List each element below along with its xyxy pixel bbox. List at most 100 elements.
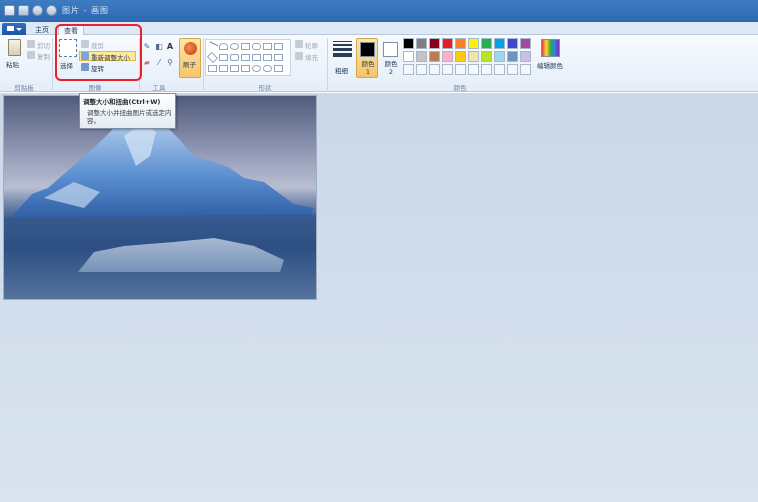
paste-icon[interactable] xyxy=(8,39,21,56)
text-icon[interactable]: A xyxy=(166,43,174,51)
oval-shape-icon[interactable] xyxy=(230,43,239,50)
outline-button[interactable]: 轮廓 xyxy=(305,40,318,50)
palette-empty-slot[interactable] xyxy=(416,64,427,75)
color2-button[interactable]: 颜色 2 xyxy=(379,38,401,78)
color-picker-icon[interactable]: ⁄ xyxy=(155,59,163,67)
palette-swatch[interactable] xyxy=(416,38,427,49)
palette-swatch[interactable] xyxy=(494,38,505,49)
line-shape-icon[interactable] xyxy=(206,41,219,52)
save-icon[interactable] xyxy=(18,5,29,16)
paint-menu-button[interactable] xyxy=(2,23,26,35)
palette-swatch[interactable] xyxy=(403,51,414,62)
color1-label: 颜色 1 xyxy=(361,60,375,76)
star-shape-icon[interactable] xyxy=(208,65,217,72)
color2-swatch xyxy=(383,42,398,57)
diamond-shape-icon[interactable] xyxy=(206,51,219,64)
pentagon-shape-icon[interactable] xyxy=(219,54,228,61)
fill-icon[interactable]: ◧ xyxy=(155,43,163,51)
palette-swatch[interactable] xyxy=(494,51,505,62)
curve-shape-icon[interactable] xyxy=(219,43,228,50)
edit-colors-icon[interactable] xyxy=(541,39,560,57)
callout-cloud-shape-icon[interactable] xyxy=(263,65,272,72)
separator xyxy=(203,38,204,90)
outline-icon[interactable] xyxy=(295,40,303,48)
paint-app-icon[interactable] xyxy=(4,5,15,16)
copy-icon[interactable] xyxy=(27,51,35,59)
size-icon[interactable] xyxy=(333,41,352,58)
arrow-down-shape-icon[interactable] xyxy=(274,54,283,61)
palette-swatch[interactable] xyxy=(455,38,466,49)
rounded-rectangle-shape-icon[interactable] xyxy=(252,43,261,50)
palette-swatch[interactable] xyxy=(468,38,479,49)
fill-shape-icon[interactable] xyxy=(295,52,303,60)
highlight-annotation xyxy=(55,24,142,81)
polygon-shape-icon[interactable] xyxy=(263,43,272,50)
cut-icon[interactable] xyxy=(27,40,35,48)
shapes-gallery[interactable] xyxy=(205,39,291,76)
arrow-right-shape-icon[interactable] xyxy=(241,54,250,61)
palette-empty-slot[interactable] xyxy=(520,64,531,75)
arrow-left-shape-icon[interactable] xyxy=(252,54,261,61)
heart-shape-icon[interactable] xyxy=(274,65,283,72)
star5-shape-icon[interactable] xyxy=(219,65,228,72)
undo-icon[interactable] xyxy=(32,5,43,16)
rectangle-shape-icon[interactable] xyxy=(241,43,250,50)
color1-swatch xyxy=(360,42,375,57)
title-bar: 图片 - 画图 xyxy=(0,0,758,22)
callout-rect-shape-icon[interactable] xyxy=(241,65,250,72)
palette-swatch[interactable] xyxy=(507,38,518,49)
palette-empty-slot[interactable] xyxy=(494,64,505,75)
palette-empty-slot[interactable] xyxy=(442,64,453,75)
palette-empty-slot[interactable] xyxy=(481,64,492,75)
palette-empty-slot[interactable] xyxy=(403,64,414,75)
separator xyxy=(52,38,53,90)
triangle-shape-icon[interactable] xyxy=(274,43,283,50)
palette-empty-slot[interactable] xyxy=(455,64,466,75)
redo-icon[interactable] xyxy=(46,5,57,16)
cut-button[interactable]: 剪切 xyxy=(37,40,50,50)
star6-shape-icon[interactable] xyxy=(230,65,239,72)
eraser-icon[interactable]: ▰ xyxy=(143,59,151,67)
shapes-group-label: 形状 xyxy=(258,84,272,92)
color2-label: 颜色 2 xyxy=(384,60,398,76)
palette-empty-slot[interactable] xyxy=(429,64,440,75)
palette-swatch[interactable] xyxy=(403,38,414,49)
arrow-up-shape-icon[interactable] xyxy=(263,54,272,61)
palette-empty-slot[interactable] xyxy=(507,64,518,75)
brushes-label: 刷子 xyxy=(183,61,196,69)
fill-button[interactable]: 填充 xyxy=(305,52,318,62)
size-button[interactable]: 粗细 xyxy=(335,65,348,75)
canvas-area[interactable] xyxy=(0,93,758,502)
callout-oval-shape-icon[interactable] xyxy=(252,65,261,72)
colors-group-label: 颜色 xyxy=(453,84,467,92)
brushes-button[interactable]: 刷子 xyxy=(179,38,201,78)
brush-icon xyxy=(184,42,197,55)
palette-swatch[interactable] xyxy=(507,51,518,62)
palette-swatch[interactable] xyxy=(416,51,427,62)
palette-swatch[interactable] xyxy=(481,38,492,49)
copy-button[interactable]: 复制 xyxy=(37,51,50,61)
pencil-icon[interactable]: ✎ xyxy=(143,43,151,51)
tooltip-body: 调整大小并扭曲图片或选定内容。 xyxy=(87,109,172,125)
palette-swatch[interactable] xyxy=(455,51,466,62)
magnifier-icon[interactable]: ⚲ xyxy=(166,59,174,67)
palette-swatch[interactable] xyxy=(481,51,492,62)
palette-swatch[interactable] xyxy=(442,51,453,62)
resize-tooltip: 调整大小和扭曲(Ctrl+W) 调整大小并扭曲图片或选定内容。 xyxy=(79,93,176,129)
tools-group-label: 工具 xyxy=(152,84,166,92)
clipboard-group-label: 剪贴板 xyxy=(14,84,34,92)
palette-swatch[interactable] xyxy=(442,38,453,49)
palette-swatch[interactable] xyxy=(468,51,479,62)
color1-button[interactable]: 颜色 1 xyxy=(356,38,378,78)
palette-empty-slot[interactable] xyxy=(468,64,479,75)
separator xyxy=(327,38,328,90)
edit-colors-button[interactable]: 编辑颜色 xyxy=(537,60,563,70)
hexagon-shape-icon[interactable] xyxy=(230,54,239,61)
tooltip-title: 调整大小和扭曲(Ctrl+W) xyxy=(83,98,161,106)
palette-swatch[interactable] xyxy=(520,38,531,49)
palette-swatch[interactable] xyxy=(429,38,440,49)
paste-button[interactable]: 粘贴 xyxy=(6,59,19,69)
window-title: 图片 - 画图 xyxy=(62,6,109,15)
palette-swatch[interactable] xyxy=(429,51,440,62)
palette-swatch[interactable] xyxy=(520,51,531,62)
